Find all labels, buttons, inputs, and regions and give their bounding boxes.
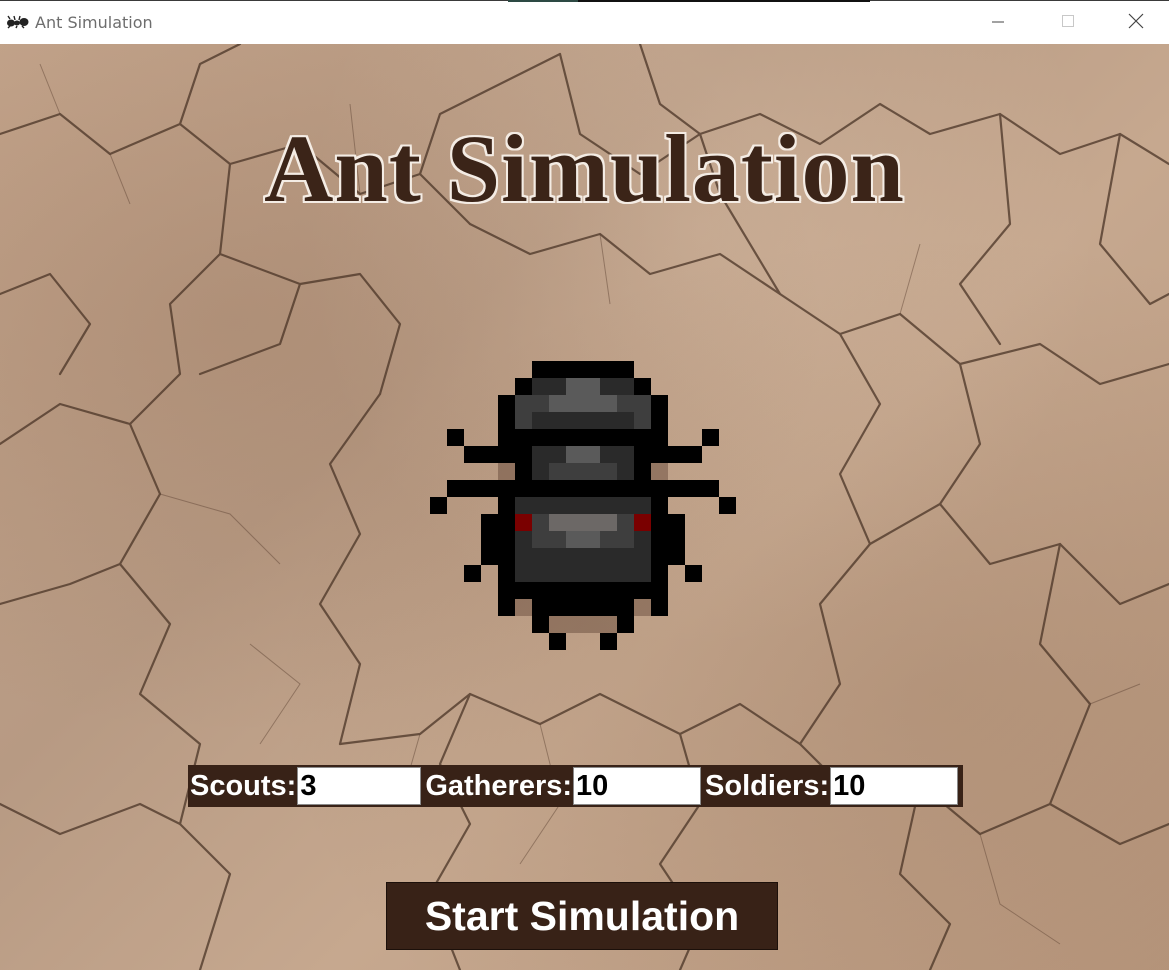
app-window: Ant Simulation Ant Simulation Scouts: 3 …: [0, 0, 1169, 970]
close-icon: [1128, 13, 1144, 34]
ant-sprite-pixel: [634, 514, 651, 531]
soldiers-label: Soldiers:: [705, 769, 830, 802]
minimize-button[interactable]: [963, 1, 1033, 45]
scouts-label: Scouts:: [190, 769, 297, 802]
ant-sprite-pixel: [651, 497, 668, 582]
close-button[interactable]: [1103, 1, 1169, 45]
ant-sprite-pixel: [668, 514, 685, 565]
ant-sprite-pixel: [515, 514, 532, 531]
scouts-input[interactable]: [297, 767, 422, 805]
ant-sprite-pixel: [498, 395, 515, 429]
ant-sprite: [430, 361, 736, 650]
ant-sprite-pixel: [617, 616, 634, 633]
ant-sprite-pixel: [566, 531, 600, 548]
title-bar: Ant Simulation: [0, 0, 1169, 44]
title-bar-accent: [508, 0, 870, 2]
ant-sprite-pixel: [702, 429, 719, 446]
ant-sprite-pixel: [532, 616, 549, 633]
game-canvas: Ant Simulation Scouts: Gatherers: Soldie…: [0, 44, 1169, 970]
ant-sprite-pixel: [549, 395, 617, 412]
ant-sprite-pixel: [498, 497, 515, 582]
ant-sprite-pixel: [719, 497, 736, 514]
ant-sprite-pixel: [532, 412, 634, 429]
ant-sprite-pixel: [566, 446, 600, 463]
gatherers-label: Gatherers:: [425, 769, 573, 802]
ant-sprite-pixel: [447, 480, 515, 497]
ant-sprite-pixel: [498, 582, 515, 616]
start-simulation-button[interactable]: Start Simulation: [386, 882, 778, 950]
ant-sprite-pixel: [464, 446, 515, 463]
ant-sprite-pixel: [464, 565, 481, 582]
main-title: Ant Simulation: [264, 115, 905, 222]
ant-icon: [6, 15, 30, 29]
ant-sprite-pixel: [600, 633, 617, 650]
colony-settings-row: Scouts: Gatherers: Soldiers:: [188, 765, 964, 807]
ant-sprite-pixel: [566, 378, 600, 395]
ant-sprite-pixel: [549, 463, 617, 480]
ant-sprite-pixel: [685, 565, 702, 582]
ant-sprite-pixel: [430, 497, 447, 514]
ant-sprite-pixel: [651, 582, 668, 616]
gatherers-input[interactable]: [573, 767, 702, 805]
ant-sprite-pixel: [651, 480, 719, 497]
ant-sprite-pixel: [549, 633, 566, 650]
ant-sprite-pixel: [481, 514, 498, 565]
ant-sprite-pixel: [447, 429, 464, 446]
ant-sprite-pixel: [651, 395, 668, 429]
window-title: Ant Simulation: [35, 13, 153, 32]
ant-sprite-pixel: [532, 361, 634, 378]
ant-sprite-pixel: [498, 429, 668, 446]
ant-sprite-pixel: [651, 446, 702, 463]
ant-sprite-pixel: [515, 582, 651, 599]
ant-sprite-pixel: [532, 548, 634, 565]
ant-sprite-pixel: [532, 599, 634, 616]
soldiers-input[interactable]: [830, 767, 959, 805]
maximize-button[interactable]: [1033, 1, 1103, 45]
minimize-icon: [991, 14, 1005, 33]
ant-sprite-pixel: [549, 514, 617, 531]
maximize-icon: [1061, 14, 1075, 33]
